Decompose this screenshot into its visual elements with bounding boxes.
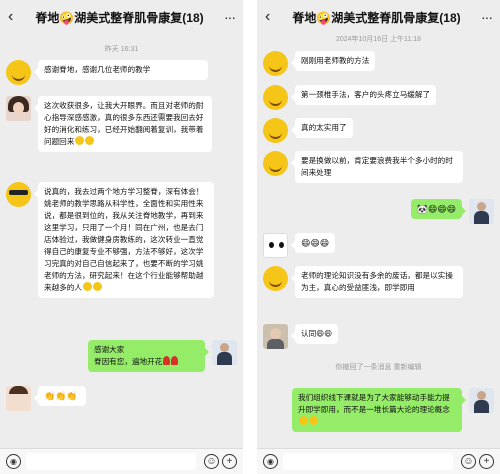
message: 感谢大家 脊因有您，遍地开花 bbox=[88, 340, 237, 372]
chat-header: ‹ 脊地🤪湖美式整脊肌骨康复(18) ··· bbox=[0, 0, 243, 34]
message: 老师的理论知识没有多余的废话，都是以实操为主，真心的受益匪浅，即学即用 bbox=[263, 266, 463, 298]
emoji-icon bbox=[299, 416, 308, 425]
message-bubble[interactable]: 👏👏👏 bbox=[34, 386, 86, 406]
message-text: 脊因有您，遍地开花 bbox=[94, 357, 163, 366]
avatar[interactable] bbox=[263, 51, 288, 76]
timestamp: 2024年10月16日 上午11:18 bbox=[335, 36, 422, 43]
message: 说真的，我去过两个地方学习整脊，深有体会！姚老师的教学思路从科学性，全面性和实用… bbox=[6, 182, 214, 298]
avatar[interactable] bbox=[469, 199, 494, 224]
chat-window-right: ‹ 脊地🤪湖美式整脊肌骨康复(18) ··· 2024年10月16日 上午11:… bbox=[257, 0, 500, 474]
chevron-left-icon[interactable]: ‹ bbox=[265, 8, 279, 26]
message: 真的太实用了 bbox=[263, 118, 353, 143]
more-dots-icon[interactable]: ··· bbox=[474, 9, 493, 25]
avatar[interactable] bbox=[6, 96, 31, 121]
message: 👏👏👏 bbox=[6, 386, 86, 411]
emoji-icon[interactable]: ☺ bbox=[204, 454, 219, 469]
avatar[interactable] bbox=[6, 60, 31, 85]
message: 我们组织线下课就是为了大家能够动手能力提升即学即用，而不是一堆长篇大论的理论概念 bbox=[292, 388, 494, 432]
message-text: 感谢大家 bbox=[94, 345, 125, 354]
message: 认同😄😄 bbox=[263, 324, 339, 349]
message-bubble[interactable]: 说真的，我去过两个地方学习整脊，深有体会！姚老师的教学思路从科学性，全面性和实用… bbox=[34, 182, 214, 298]
avatar[interactable] bbox=[263, 85, 288, 110]
message-bubble[interactable]: 第一颈椎手法，客户的头疼立马缓解了 bbox=[290, 85, 437, 105]
message-text: 这次收获很多，让我大开眼界。而且对老师的耐心指导深感感激，真的很多东西还需要我回… bbox=[44, 101, 204, 146]
emoji-icon bbox=[75, 136, 85, 145]
message: 刚刚用老师教的方法 bbox=[263, 51, 376, 76]
message-bubble[interactable]: 刚刚用老师教的方法 bbox=[290, 51, 376, 71]
message: 要是换做以前，肯定要浪费我半个多小时的时间来处理 bbox=[263, 151, 463, 183]
chat-header: ‹ 脊地🤪湖美式整脊肌骨康复(18) ··· bbox=[257, 0, 500, 34]
avatar[interactable] bbox=[263, 266, 288, 291]
chat-window-left: ‹ 脊地🤪湖美式整脊肌骨康复(18) ··· 昨天 16:31 感谢脊地，感谢几… bbox=[0, 0, 243, 474]
message-input[interactable] bbox=[283, 453, 453, 470]
avatar[interactable] bbox=[469, 388, 494, 413]
message: 这次收获很多，让我大开眼界。而且对老师的耐心指导深感感激，真的很多东西还需要我回… bbox=[6, 96, 212, 152]
message: 第一颈椎手法，客户的头疼立马缓解了 bbox=[263, 85, 437, 110]
message: 😄😄😄 bbox=[263, 233, 336, 258]
avatar[interactable] bbox=[212, 340, 237, 365]
message-input[interactable] bbox=[26, 453, 196, 470]
plus-icon[interactable]: + bbox=[222, 454, 237, 469]
message: 🐼😄😄😄 bbox=[410, 199, 494, 224]
message-bubble[interactable]: 这次收获很多，让我大开眼界。而且对老师的耐心指导深感感激，真的很多东西还需要我回… bbox=[34, 96, 212, 152]
plus-icon[interactable]: + bbox=[479, 454, 494, 469]
message-bubble[interactable]: 我们组织线下课就是为了大家能够动手能力提升即学即用，而不是一堆长篇大论的理论概念 bbox=[292, 388, 466, 432]
avatar[interactable] bbox=[6, 182, 31, 207]
input-bar: ◉ ☺ + bbox=[0, 448, 243, 474]
message-bubble[interactable]: 😄😄😄 bbox=[290, 233, 336, 253]
message: 感谢脊地，感谢几位老师的教学 bbox=[6, 60, 208, 85]
chat-title: 脊地🤪湖美式整脊肌骨康复(18) bbox=[292, 10, 461, 25]
voice-icon[interactable]: ◉ bbox=[263, 454, 278, 469]
avatar[interactable] bbox=[263, 324, 288, 349]
voice-icon[interactable]: ◉ bbox=[6, 454, 21, 469]
message-bubble[interactable]: 感谢脊地，感谢几位老师的教学 bbox=[34, 60, 208, 80]
timestamp: 昨天 16:31 bbox=[104, 46, 139, 53]
emoji-icon[interactable]: ☺ bbox=[461, 454, 476, 469]
avatar[interactable] bbox=[263, 118, 288, 143]
emoji-icon bbox=[82, 282, 92, 291]
emoji-icon bbox=[309, 416, 318, 425]
chevron-left-icon[interactable]: ‹ bbox=[8, 8, 22, 26]
message-text: 说真的，我去过两个地方学习整脊，深有体会！姚老师的教学思路从科学性，全面性和实用… bbox=[44, 187, 204, 292]
message-text: 我们组织线下课就是为了大家能够动手能力提升即学即用，而不是一堆长篇大论的理论概念 bbox=[298, 393, 450, 414]
avatar[interactable] bbox=[263, 151, 288, 176]
message-bubble[interactable]: 认同😄😄 bbox=[290, 324, 339, 344]
more-dots-icon[interactable]: ··· bbox=[217, 9, 236, 25]
message-bubble[interactable]: 🐼😄😄😄 bbox=[410, 199, 467, 219]
rose-icon bbox=[171, 356, 179, 365]
chat-title: 脊地🤪湖美式整脊肌骨康复(18) bbox=[35, 10, 204, 25]
avatar[interactable] bbox=[263, 233, 288, 258]
recall-notice[interactable]: 你撤回了一条消息 重新编辑 bbox=[257, 362, 500, 372]
emoji-icon bbox=[85, 136, 95, 145]
rose-icon bbox=[163, 356, 171, 365]
input-bar: ◉ ☺ + bbox=[257, 448, 500, 474]
message-bubble[interactable]: 真的太实用了 bbox=[291, 118, 353, 138]
message-bubble[interactable]: 老师的理论知识没有多余的废话，都是以实操为主，真心的受益匪浅，即学即用 bbox=[291, 266, 463, 298]
emoji-icon bbox=[92, 282, 102, 291]
message-bubble[interactable]: 要是换做以前，肯定要浪费我半个多小时的时间来处理 bbox=[291, 151, 463, 183]
avatar[interactable] bbox=[6, 386, 31, 411]
message-bubble[interactable]: 感谢大家 脊因有您，遍地开花 bbox=[88, 340, 209, 372]
